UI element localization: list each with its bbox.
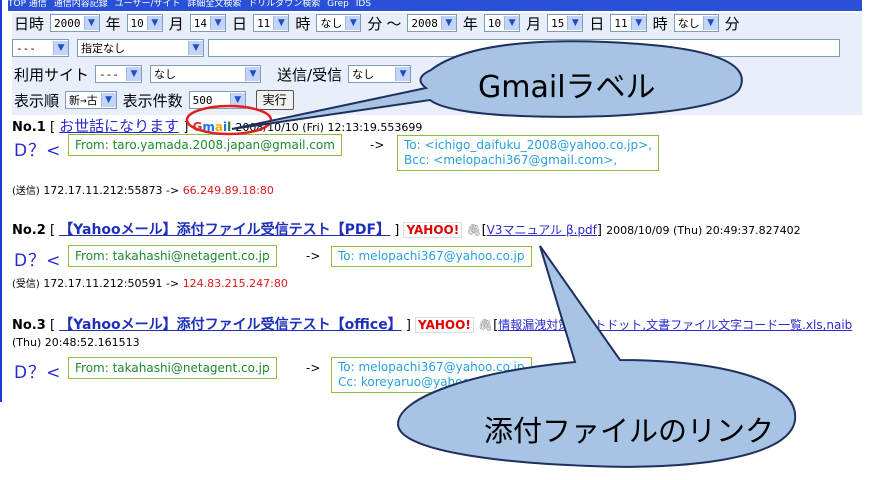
- attachment-callout-label: 添付ファイルのリンク: [484, 414, 775, 448]
- highlight-ellipse: [185, 104, 273, 136]
- gmail-callout-label: Gmailラベル: [478, 70, 656, 105]
